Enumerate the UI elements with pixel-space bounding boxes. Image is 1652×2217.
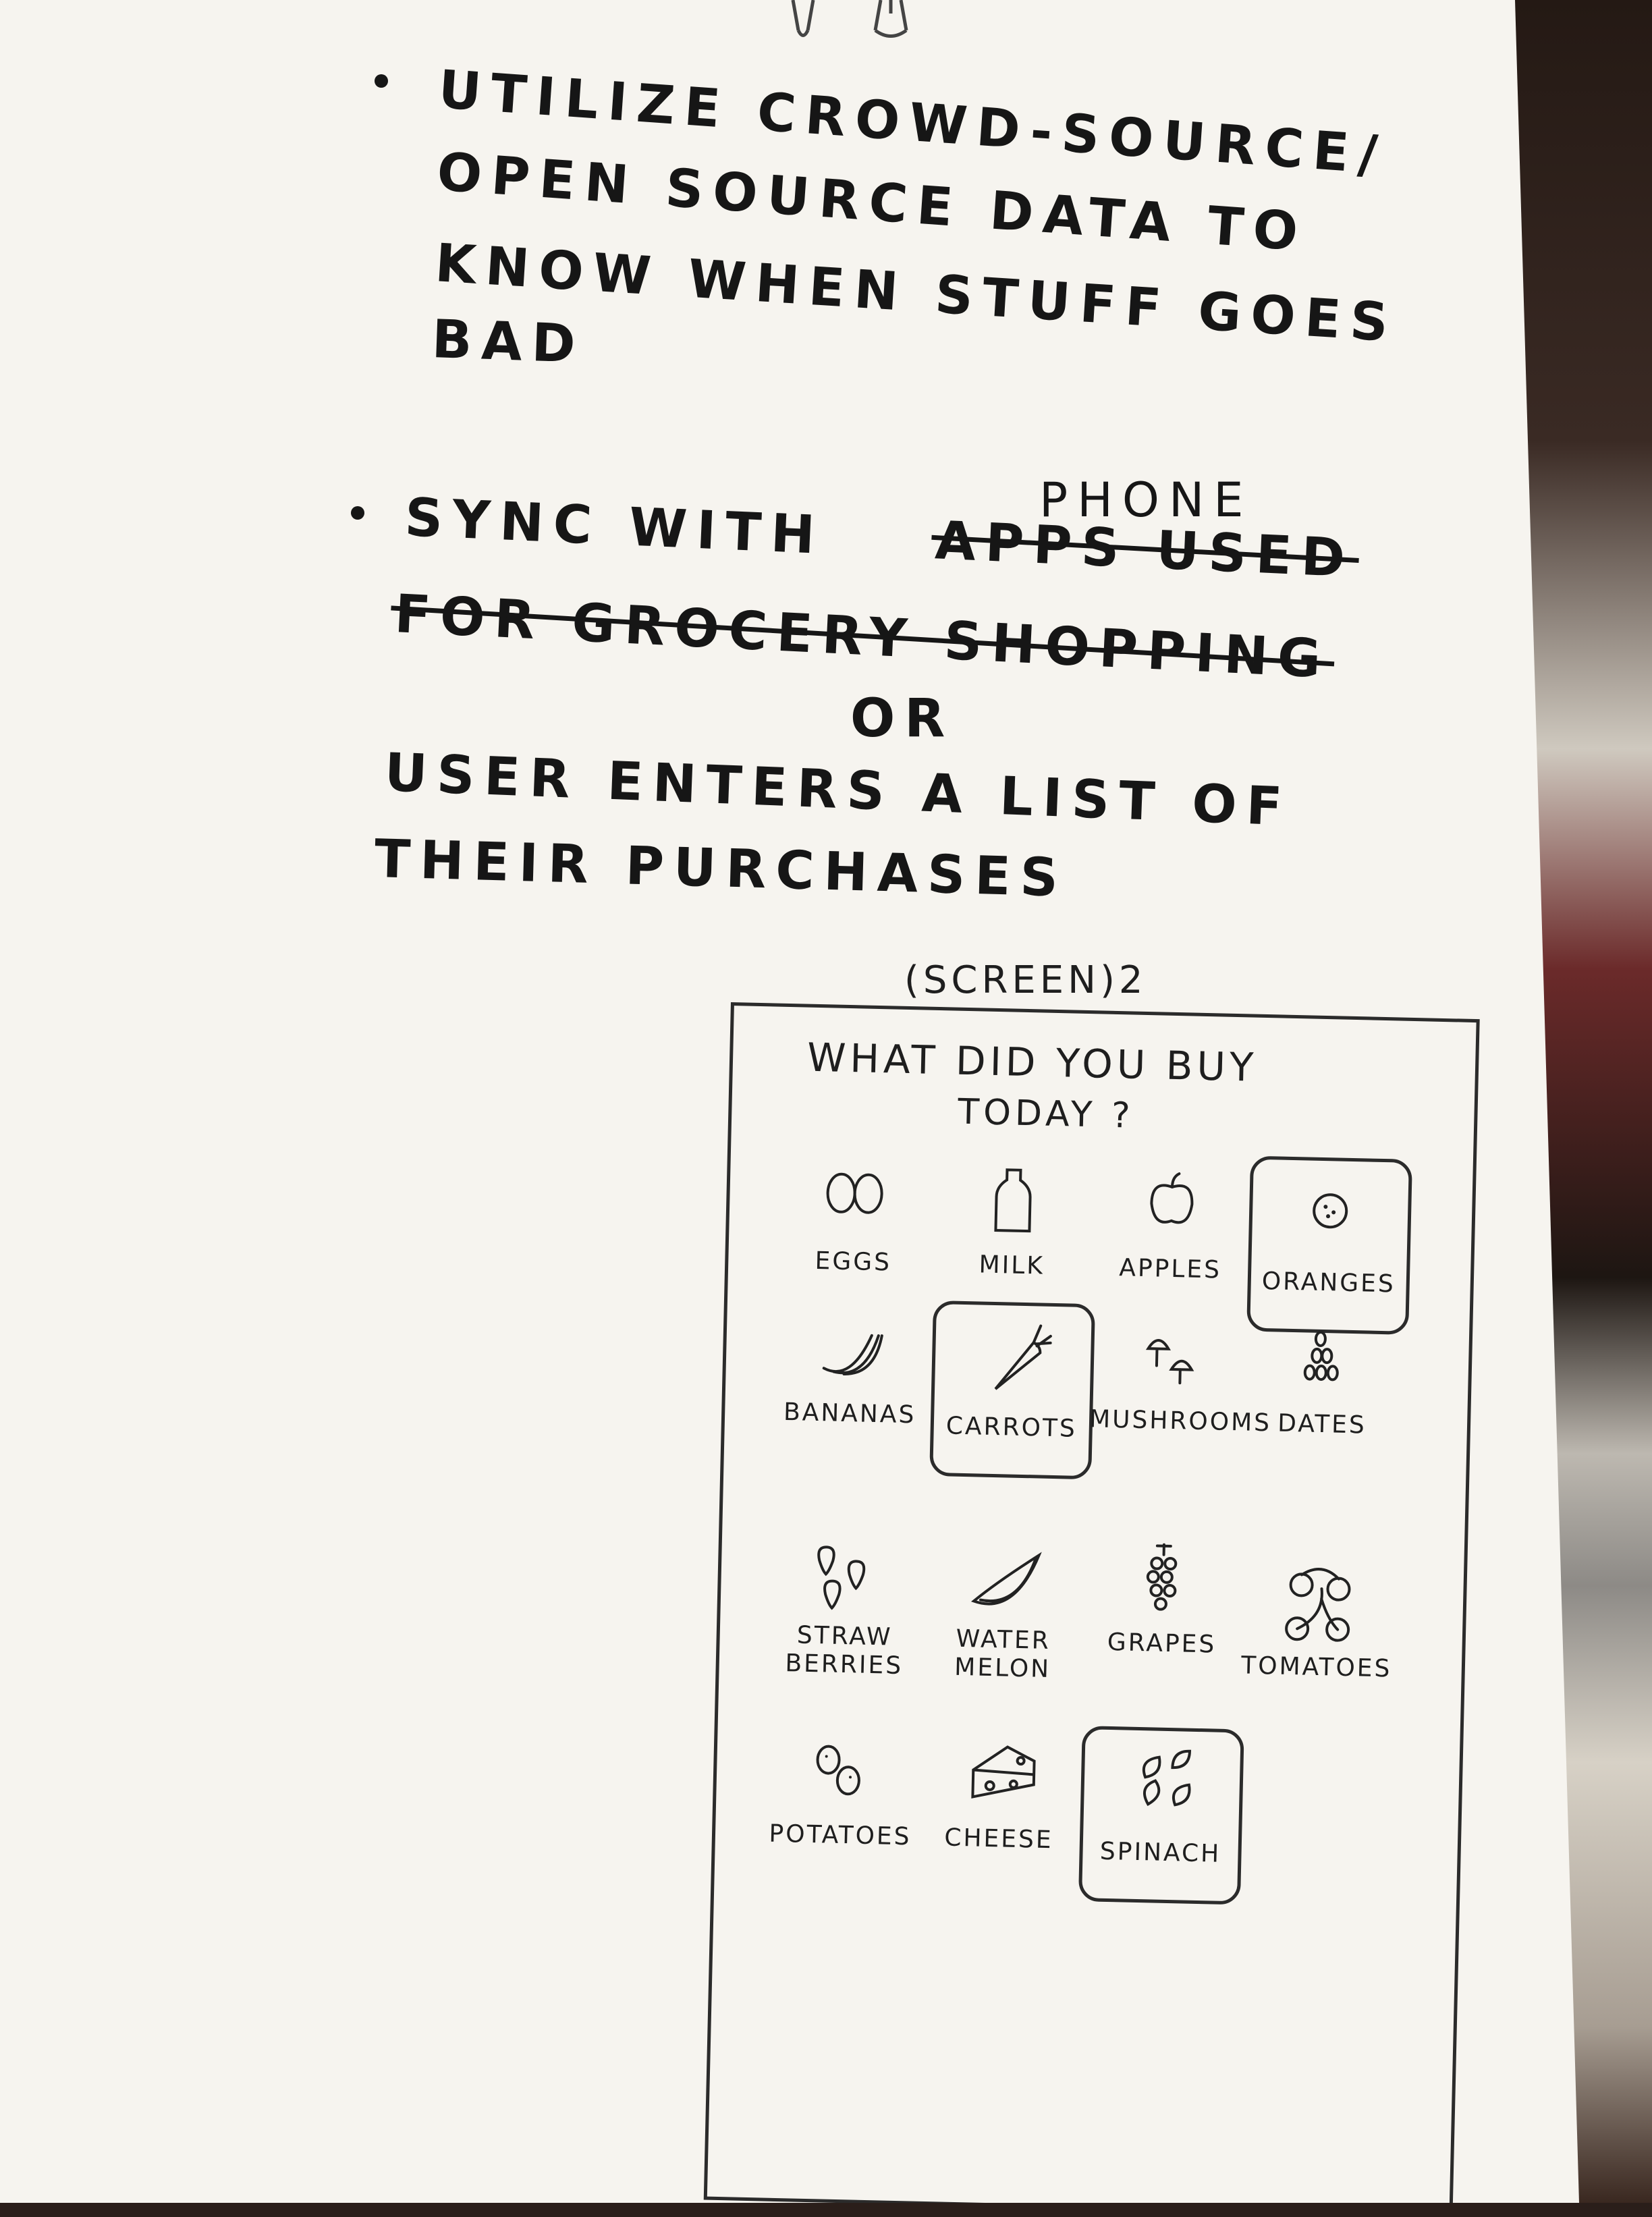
cheese-icon [971,1745,1036,1799]
grocery-item-label: POTATOES [769,1819,912,1851]
grocery-grid: EGGS MILK APPLES ORANGES BANANAS CARROTS… [734,1006,1477,1905]
note-line: FOR GROCERY SHOPPING [393,584,1331,690]
grocery-item-label: APPLES [1118,1254,1222,1284]
grocery-item-strawberries[interactable]: STRAW BERRIES [766,1520,925,1692]
grapes-icon [1146,1543,1178,1611]
bullet-dot [351,506,364,520]
prompt-line: WHAT DID YOU BUY [806,1034,1259,1091]
eggs-icon [826,1172,883,1214]
grocery-item-dates[interactable]: DATES [1243,1307,1402,1479]
watermelon-icon [970,1552,1042,1606]
orange-icon [1313,1193,1348,1229]
grocery-item-spinach[interactable]: SPINACH [1078,1726,1244,1905]
grocery-item-label: GRAPES [1107,1628,1217,1659]
grocery-item-label: SPINACH [1099,1837,1221,1868]
spinach-icon [1142,1749,1192,1807]
banana-icon [822,1334,883,1375]
note-line: THEIR PURCHASES [373,829,1068,909]
grocery-item-grapes[interactable]: GRAPES [1083,1527,1242,1699]
tomato-icon [1285,1568,1351,1642]
grocery-item-label: MILK [979,1251,1045,1280]
grocery-item-label: ORANGES [1261,1267,1396,1298]
potato-icon [816,1745,860,1796]
grocery-item-carrots[interactable]: CARROTS [929,1300,1095,1480]
grocery-item-bananas[interactable]: BANANAS [771,1297,930,1469]
sketch-paper: UTILIZE CROWD-SOURCE/ OPEN SOURCE DATA T… [0,0,1579,2203]
grocery-item-milk[interactable]: MILK [933,1149,1092,1321]
grocery-item-cheese[interactable]: CHEESE [920,1722,1079,1894]
sync-text: SYNC WITH [404,487,826,567]
mushroom-icon [1145,1339,1194,1385]
grocery-item-label: TOMATOES [1240,1651,1392,1683]
grocery-item-eggs[interactable]: EGGS [775,1145,934,1317]
grocery-item-watermelon[interactable]: WATER MELON [925,1523,1084,1695]
grocery-item-label: BANANAS [783,1398,916,1429]
grocery-item-label: DATES [1277,1409,1367,1440]
grocery-item-mushrooms[interactable]: MUSHROOMS [1088,1304,1272,1476]
struck-text: APPS USED [933,510,1356,590]
screen-label: (SCREEN)2 [904,958,1147,1002]
grocery-item-tomatoes[interactable]: TOMATOES [1238,1550,1397,1722]
or-text: OR [850,688,955,749]
note-line: USER ENTERS A LIST OF [383,742,1293,838]
bullet-dot [375,74,388,88]
carrot-icon [994,1324,1052,1390]
grocery-item-label: CARROTS [945,1412,1078,1443]
struck-text: FOR GROCERY SHOPPING [393,584,1332,690]
grocery-item-label: WATER MELON [954,1624,1051,1684]
apple-icon [1150,1172,1194,1224]
milk-icon [994,1168,1032,1233]
prompt-line: TODAY ? [957,1091,1135,1137]
dates-icon [1303,1330,1339,1381]
grocery-item-label: MUSHROOMS [1089,1405,1272,1438]
phone-screen-sketch: WHAT DID YOU BUY TODAY ? EGGS MILK APPLE… [703,1002,1480,2203]
grocery-item-label: EGGS [815,1247,892,1277]
note-line: BAD [431,309,586,375]
grocery-item-label: CHEESE [943,1824,1054,1855]
grocery-item-potatoes[interactable]: POTATOES [761,1718,920,1890]
grocery-item-label: STRAW BERRIES [784,1621,904,1680]
stick-figures-icon [791,0,908,38]
grocery-item-apples[interactable]: APPLES [1091,1152,1250,1324]
strawberry-icon [817,1545,866,1610]
